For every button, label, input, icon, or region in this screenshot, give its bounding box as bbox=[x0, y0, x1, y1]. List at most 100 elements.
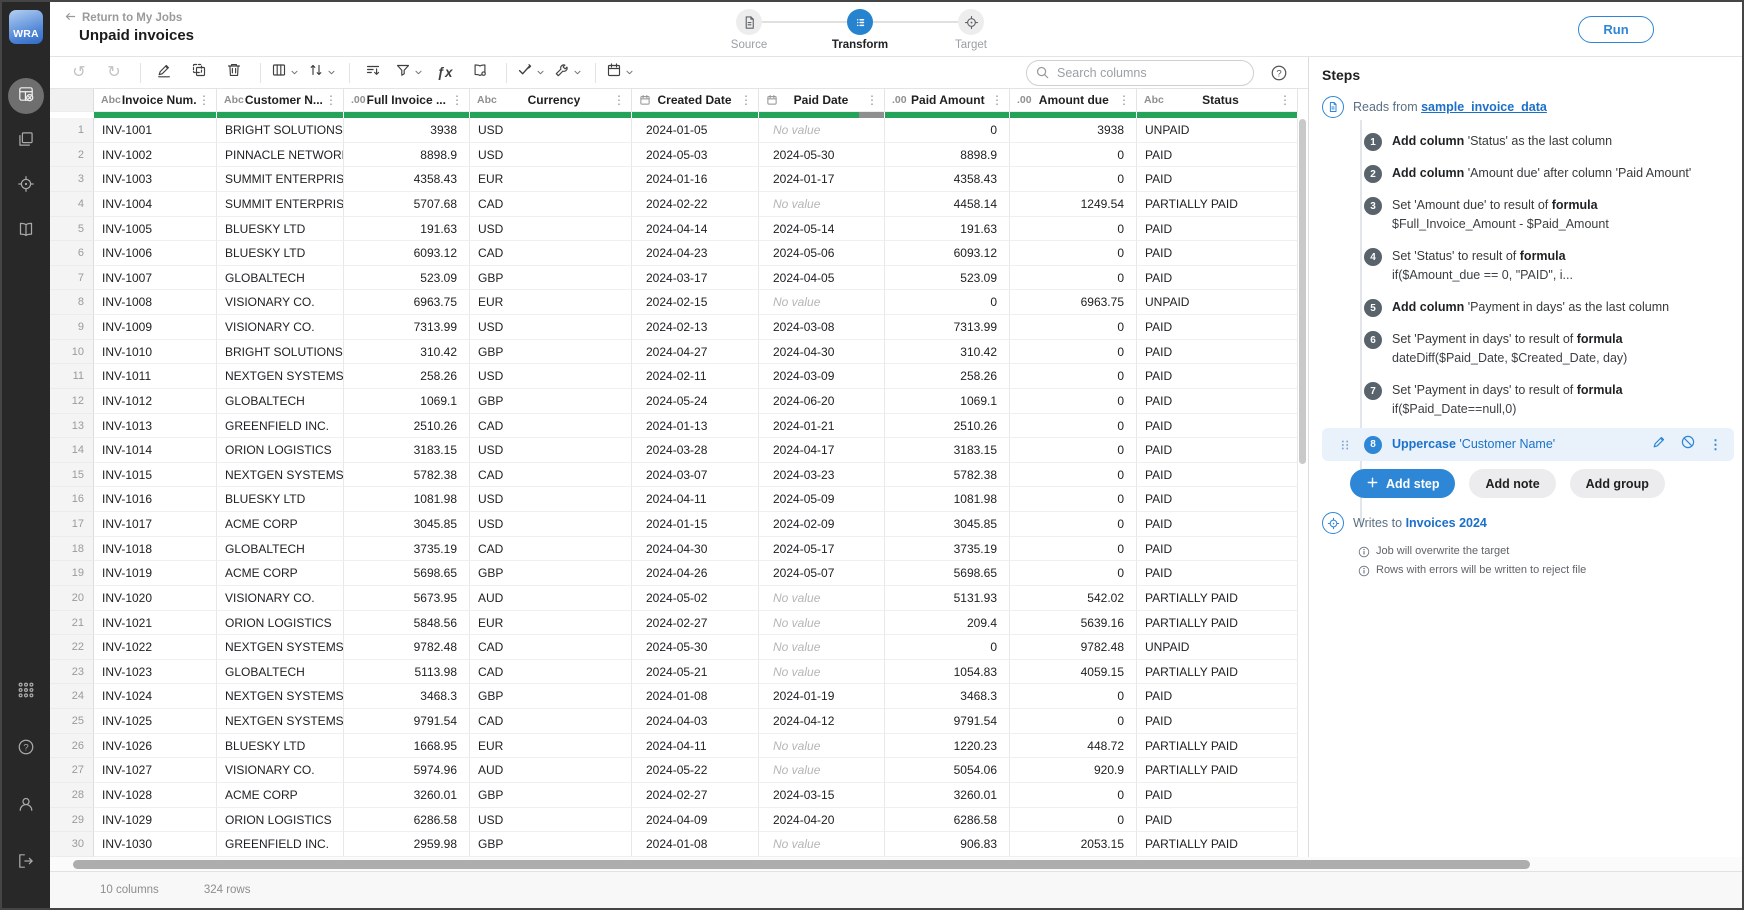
row-number[interactable]: 28 bbox=[50, 783, 94, 808]
cell[interactable]: USD bbox=[470, 143, 632, 168]
cell[interactable]: BLUESKY LTD bbox=[217, 217, 344, 242]
cell[interactable]: 2024-04-03 bbox=[632, 709, 759, 734]
cell[interactable]: 2024-04-30 bbox=[632, 537, 759, 562]
cell[interactable]: 6286.58 bbox=[885, 808, 1010, 833]
cell[interactable]: CAD bbox=[470, 463, 632, 488]
cell[interactable]: INV-1007 bbox=[94, 266, 217, 291]
cell[interactable]: INV-1022 bbox=[94, 635, 217, 660]
cell[interactable]: No value bbox=[759, 832, 885, 857]
cell[interactable]: PAID bbox=[1137, 414, 1298, 439]
cell[interactable]: 5698.65 bbox=[344, 561, 470, 586]
sidebar-item-target[interactable] bbox=[8, 168, 44, 204]
cell[interactable]: INV-1019 bbox=[94, 561, 217, 586]
row-number[interactable]: 17 bbox=[50, 512, 94, 537]
sort-button[interactable] bbox=[308, 60, 336, 86]
row-filter-button[interactable] bbox=[360, 60, 386, 86]
cell[interactable]: PAID bbox=[1137, 783, 1298, 808]
cell[interactable]: 2024-02-11 bbox=[632, 364, 759, 389]
recipe-step-8[interactable]: 8Uppercase 'Customer Name'⋮ bbox=[1322, 428, 1734, 461]
cell[interactable]: 0 bbox=[1010, 217, 1137, 242]
row-number[interactable]: 15 bbox=[50, 463, 94, 488]
cell[interactable]: 2024-01-08 bbox=[632, 832, 759, 857]
cell[interactable]: USD bbox=[470, 808, 632, 833]
row-number[interactable]: 29 bbox=[50, 808, 94, 833]
row-number[interactable]: 3 bbox=[50, 167, 94, 192]
row-number[interactable]: 13 bbox=[50, 414, 94, 439]
cell[interactable]: PARTIALLY PAID bbox=[1137, 758, 1298, 783]
cell[interactable]: 0 bbox=[1010, 241, 1137, 266]
cell[interactable]: 0 bbox=[1010, 143, 1137, 168]
row-number[interactable]: 21 bbox=[50, 611, 94, 636]
cell[interactable]: 3045.85 bbox=[344, 512, 470, 537]
cell[interactable]: 4358.43 bbox=[885, 167, 1010, 192]
row-number[interactable]: 4 bbox=[50, 192, 94, 217]
run-button[interactable]: Run bbox=[1578, 16, 1654, 43]
cell[interactable]: 5113.98 bbox=[344, 660, 470, 685]
row-number[interactable]: 16 bbox=[50, 487, 94, 512]
cell[interactable]: INV-1021 bbox=[94, 611, 217, 636]
row-number[interactable]: 18 bbox=[50, 537, 94, 562]
cell[interactable]: 8898.9 bbox=[885, 143, 1010, 168]
column-header-full-invoice[interactable]: .00Full Invoice ...⋮ bbox=[344, 89, 470, 112]
cell[interactable]: SUMMIT ENTERPRISES bbox=[217, 192, 344, 217]
row-number[interactable]: 30 bbox=[50, 832, 94, 857]
cell[interactable]: CAD bbox=[470, 537, 632, 562]
cell[interactable]: 0 bbox=[1010, 684, 1137, 709]
cell[interactable]: USD bbox=[470, 487, 632, 512]
filter-button[interactable] bbox=[395, 60, 423, 86]
sidebar-item-logout[interactable] bbox=[8, 845, 44, 881]
recipe-step-2[interactable]: 2Add column 'Amount due' after column 'P… bbox=[1322, 160, 1742, 187]
cell[interactable]: INV-1014 bbox=[94, 438, 217, 463]
cell[interactable]: 9782.48 bbox=[344, 635, 470, 660]
row-number[interactable]: 25 bbox=[50, 709, 94, 734]
calendar-button[interactable] bbox=[606, 60, 634, 86]
cell[interactable]: GBP bbox=[470, 684, 632, 709]
column-header-amount-due[interactable]: .00Amount due⋮ bbox=[1010, 89, 1137, 112]
cell[interactable]: 0 bbox=[1010, 167, 1137, 192]
cell[interactable]: 2510.26 bbox=[885, 414, 1010, 439]
cell[interactable]: PAID bbox=[1137, 266, 1298, 291]
cell[interactable]: INV-1005 bbox=[94, 217, 217, 242]
row-number[interactable]: 9 bbox=[50, 315, 94, 340]
cell[interactable]: 2024-05-24 bbox=[632, 389, 759, 414]
cell[interactable]: 906.83 bbox=[885, 832, 1010, 857]
cell[interactable]: EUR bbox=[470, 290, 632, 315]
cell[interactable]: 1668.95 bbox=[344, 734, 470, 759]
cell[interactable]: INV-1008 bbox=[94, 290, 217, 315]
row-number[interactable]: 12 bbox=[50, 389, 94, 414]
column-menu-icon[interactable]: ⋮ bbox=[1116, 93, 1132, 107]
cell[interactable]: USD bbox=[470, 438, 632, 463]
cell[interactable]: PARTIALLY PAID bbox=[1137, 586, 1298, 611]
cell[interactable]: 0 bbox=[1010, 537, 1137, 562]
cell[interactable]: 2024-02-27 bbox=[632, 611, 759, 636]
workflow-step-target[interactable]: Target bbox=[958, 9, 984, 35]
cell[interactable]: No value bbox=[759, 734, 885, 759]
cell[interactable]: GREENFIELD INC. bbox=[217, 832, 344, 857]
cell[interactable]: PINNACLE NETWORKS bbox=[217, 143, 344, 168]
cell[interactable]: NEXTGEN SYSTEMS bbox=[217, 709, 344, 734]
cell[interactable]: 191.63 bbox=[885, 217, 1010, 242]
cell[interactable]: PAID bbox=[1137, 561, 1298, 586]
cell[interactable]: INV-1029 bbox=[94, 808, 217, 833]
cell[interactable]: 1220.23 bbox=[885, 734, 1010, 759]
edit-button[interactable] bbox=[151, 60, 177, 86]
cell[interactable]: AUD bbox=[470, 758, 632, 783]
add-step-button[interactable]: Add step bbox=[1350, 469, 1455, 498]
cell[interactable]: GBP bbox=[470, 389, 632, 414]
cell[interactable]: 2024-05-03 bbox=[632, 143, 759, 168]
cell[interactable]: BLUESKY LTD bbox=[217, 241, 344, 266]
cell[interactable]: No value bbox=[759, 192, 885, 217]
sidebar-item-help[interactable]: ? bbox=[8, 731, 44, 767]
cell[interactable]: AUD bbox=[470, 586, 632, 611]
cell[interactable]: PAID bbox=[1137, 340, 1298, 365]
cell[interactable]: 2024-04-12 bbox=[759, 709, 885, 734]
cell[interactable]: INV-1025 bbox=[94, 709, 217, 734]
cell[interactable]: BLUESKY LTD bbox=[217, 734, 344, 759]
cell[interactable]: 2024-01-15 bbox=[632, 512, 759, 537]
cell[interactable]: 2024-03-08 bbox=[759, 315, 885, 340]
target-dataset-link[interactable]: Invoices 2024 bbox=[1406, 516, 1487, 530]
cell[interactable]: 2024-01-21 bbox=[759, 414, 885, 439]
column-menu-icon[interactable]: ⋮ bbox=[864, 93, 880, 107]
cell[interactable]: 0 bbox=[1010, 414, 1137, 439]
recipe-step-6[interactable]: 6Set 'Payment in days' to result of form… bbox=[1322, 326, 1742, 372]
